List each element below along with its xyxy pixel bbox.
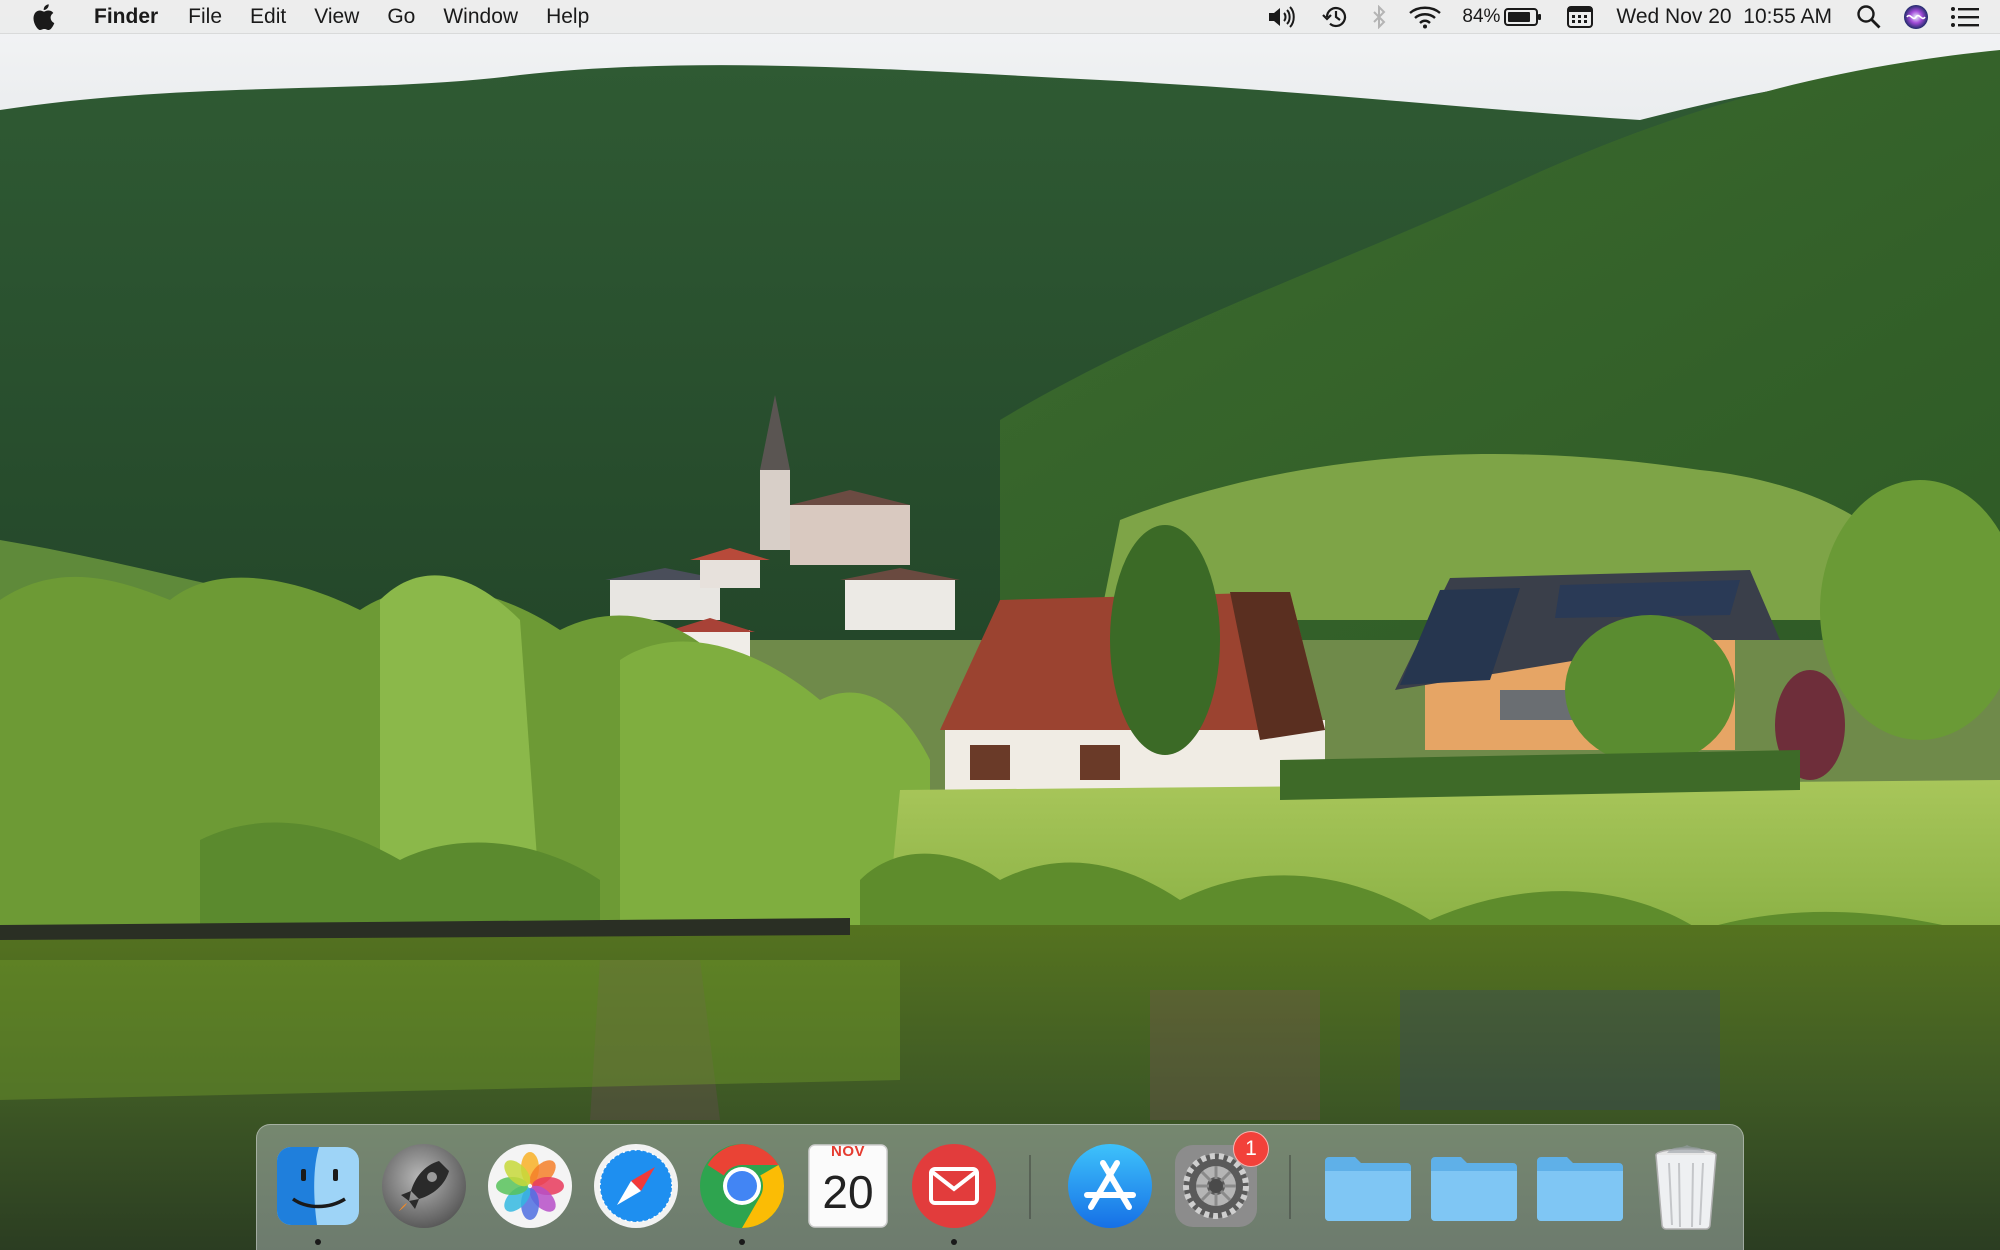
dock-folder-2[interactable] <box>1427 1139 1521 1233</box>
dock-trash[interactable] <box>1639 1139 1733 1233</box>
dock: NOV 20 1 <box>256 1124 1744 1250</box>
menu-help[interactable]: Help <box>532 0 603 33</box>
battery-icon <box>1504 8 1542 26</box>
apple-icon[interactable] <box>28 0 58 34</box>
menu-clock[interactable]: Wed Nov 20 10:55 AM <box>1604 5 1846 29</box>
keyboard-viewer-icon[interactable] <box>1556 0 1604 34</box>
menu-edit[interactable]: Edit <box>236 0 300 33</box>
wifi-icon[interactable] <box>1398 0 1452 34</box>
finder-icon <box>277 1147 359 1225</box>
speaker-icon[interactable] <box>1256 0 1310 34</box>
folder-icon <box>1325 1157 1411 1221</box>
dock-system-preferences[interactable]: 1 <box>1169 1131 1269 1233</box>
notification-center-icon[interactable] <box>1940 0 2000 34</box>
dock-app-store[interactable] <box>1063 1139 1157 1233</box>
menu-file[interactable]: File <box>174 0 236 33</box>
folder-icon <box>1431 1157 1517 1221</box>
chrome-icon <box>700 1144 785 1228</box>
trash-icon <box>1655 1145 1717 1230</box>
desktop-wallpaper <box>0 0 2000 1250</box>
dock-photos[interactable] <box>483 1139 577 1233</box>
folder-icon <box>1537 1157 1623 1221</box>
mail-icon <box>912 1144 996 1228</box>
dock-separator <box>1029 1155 1031 1219</box>
dock-calendar[interactable]: NOV 20 <box>801 1139 895 1233</box>
dock-separator <box>1289 1155 1291 1219</box>
dock-launchpad[interactable] <box>377 1139 471 1233</box>
time-machine-icon[interactable] <box>1310 0 1360 34</box>
battery-percent: 84% <box>1462 6 1501 27</box>
app-store-icon <box>1068 1144 1152 1228</box>
dock-mail[interactable] <box>907 1139 1001 1245</box>
menu-window[interactable]: Window <box>429 0 532 33</box>
menu-go[interactable]: Go <box>373 0 429 33</box>
calendar-day: 20 <box>822 1166 874 1218</box>
battery-status[interactable]: 84% <box>1452 0 1556 34</box>
dock-chrome[interactable] <box>695 1139 789 1245</box>
dock-folder-3[interactable] <box>1533 1139 1627 1233</box>
running-indicator <box>739 1239 745 1245</box>
menu-app-finder[interactable]: Finder <box>82 0 174 33</box>
safari-icon <box>594 1144 678 1228</box>
menu-bar: Finder File Edit View Go Window Help 84%… <box>0 0 2000 34</box>
dock-finder[interactable] <box>271 1139 365 1245</box>
launchpad-icon <box>382 1144 466 1228</box>
bluetooth-icon[interactable] <box>1360 0 1398 34</box>
siri-icon[interactable] <box>1892 0 1940 34</box>
search-icon[interactable] <box>1846 0 1892 34</box>
calendar-month: NOV <box>830 1143 865 1160</box>
photos-icon <box>488 1144 572 1228</box>
running-indicator <box>951 1239 957 1245</box>
dock-folder-1[interactable] <box>1321 1139 1415 1233</box>
notification-badge: 1 <box>1233 1131 1269 1167</box>
running-indicator <box>315 1239 321 1245</box>
dock-safari[interactable] <box>589 1139 683 1233</box>
menu-view[interactable]: View <box>300 0 373 33</box>
